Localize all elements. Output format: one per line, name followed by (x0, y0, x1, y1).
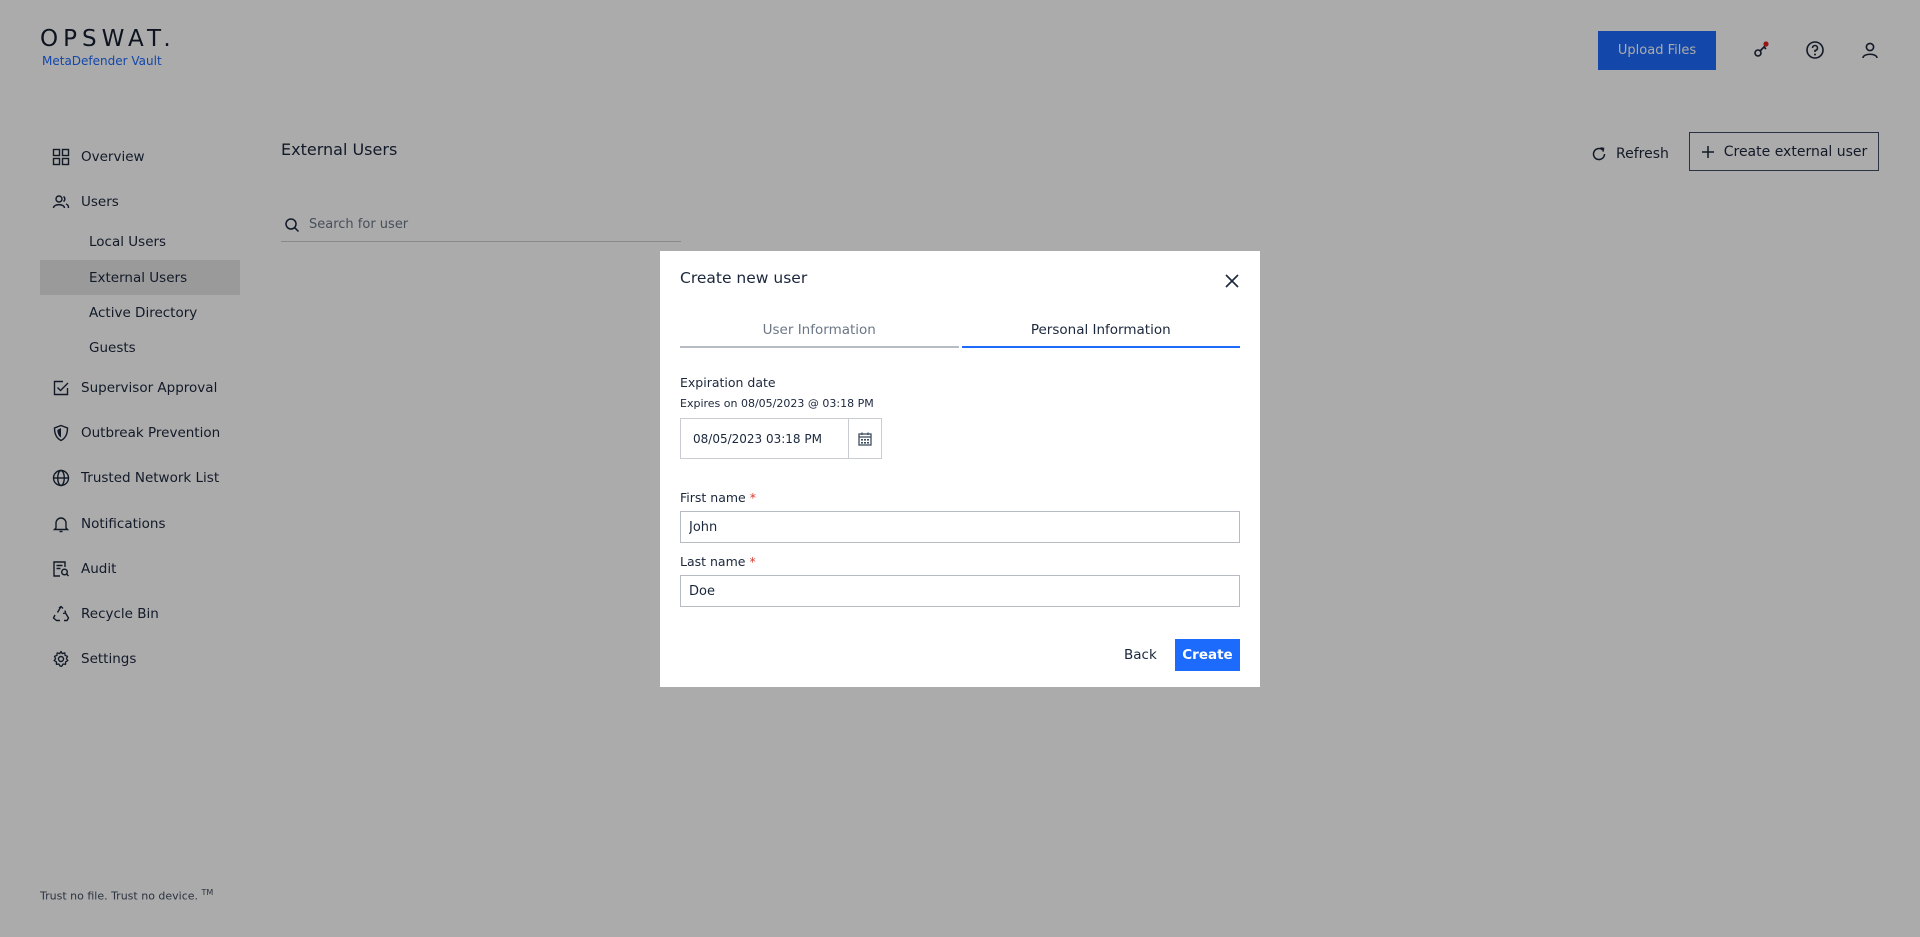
required-mark: * (749, 554, 756, 569)
expiration-summary: Expires on 08/05/2023 @ 03:18 PM (680, 397, 874, 410)
first-name-field[interactable] (680, 511, 1240, 543)
expiration-date-picker: 08/05/2023 03:18 PM (680, 418, 882, 459)
calendar-icon[interactable] (849, 419, 881, 458)
back-button[interactable]: Back (1120, 639, 1161, 671)
required-mark: * (749, 490, 756, 505)
expiration-date-label: Expiration date (680, 375, 776, 390)
create-button[interactable]: Create (1175, 639, 1240, 671)
last-name-label: Last name * (680, 554, 756, 569)
modal-title: Create new user (680, 269, 808, 287)
modal-tabs: User Information Personal Information (680, 322, 1240, 348)
close-icon[interactable] (1220, 269, 1244, 293)
first-name-label-text: First name (680, 490, 746, 505)
last-name-field[interactable] (680, 575, 1240, 607)
tab-user-information[interactable]: User Information (680, 322, 959, 348)
expiration-date-input[interactable]: 08/05/2023 03:18 PM (681, 419, 849, 458)
create-user-modal: Create new user User Information Persona… (660, 251, 1260, 687)
tab-personal-information[interactable]: Personal Information (961, 322, 1240, 348)
last-name-label-text: Last name (680, 554, 746, 569)
first-name-label: First name * (680, 490, 756, 505)
